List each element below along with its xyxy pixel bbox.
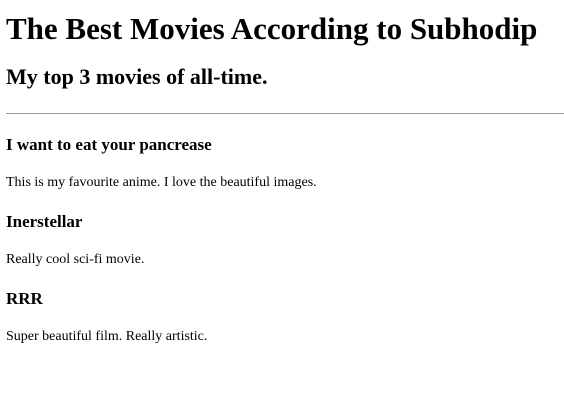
movie-item: Inerstellar Really cool sci-fi movie. bbox=[6, 211, 564, 269]
movie-title: I want to eat your pancrease bbox=[6, 135, 212, 154]
divider bbox=[6, 113, 564, 114]
movie-description: Really cool sci-fi movie. bbox=[6, 252, 145, 267]
movie-item: RRR Super beautiful film. Really artisti… bbox=[6, 288, 564, 346]
movie-title: RRR bbox=[6, 289, 43, 308]
page-content: The Best Movies According to Subhodip My… bbox=[0, 0, 564, 346]
movie-description: This is my favourite anime. I love the b… bbox=[6, 175, 317, 190]
movie-title: Inerstellar bbox=[6, 212, 83, 231]
page-subtitle: My top 3 movies of all-time. bbox=[6, 64, 268, 89]
page-title: The Best Movies According to Subhodip bbox=[6, 11, 538, 46]
movie-item: I want to eat your pancrease This is my … bbox=[6, 134, 564, 192]
movie-description: Super beautiful film. Really artistic. bbox=[6, 329, 208, 344]
